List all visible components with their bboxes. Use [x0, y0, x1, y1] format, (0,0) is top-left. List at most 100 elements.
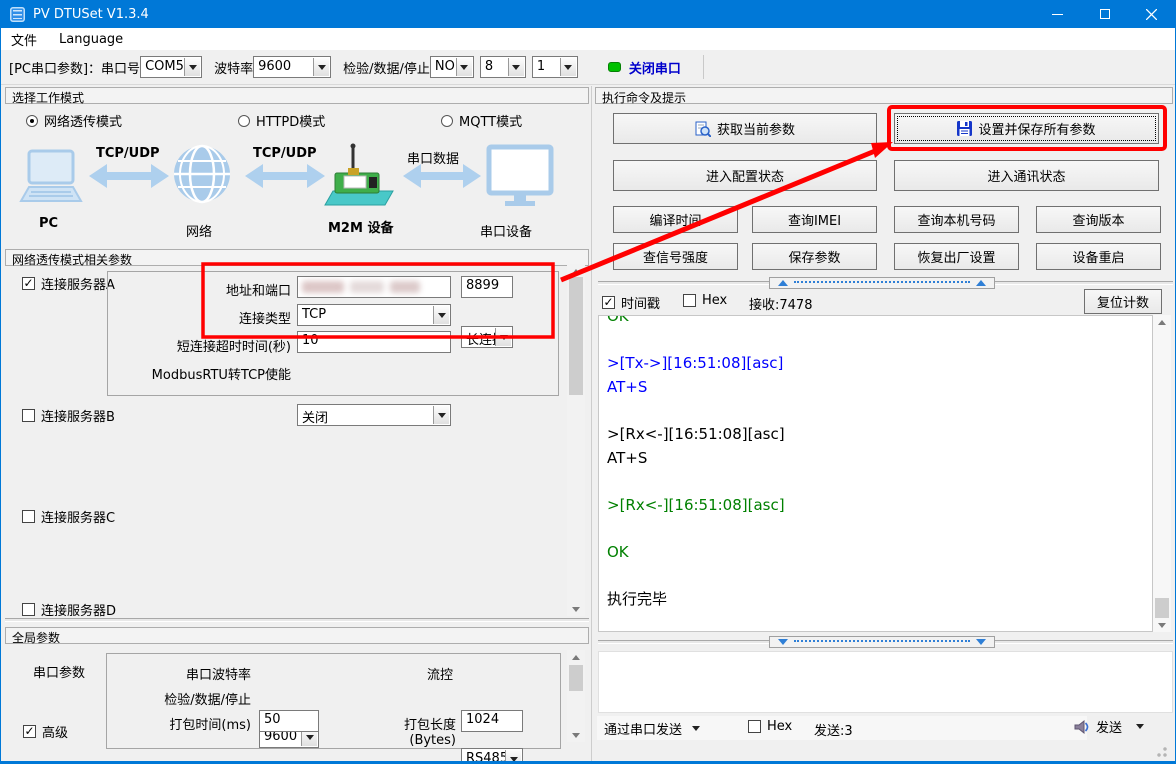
query-signal-button[interactable]: 查信号强度 [613, 243, 738, 270]
server-a-checkbox[interactable]: ✓ 连接服务器A [22, 274, 115, 293]
splitter-handle[interactable] [769, 636, 995, 648]
pc-serial-label: [PC串口参数]：串口号 [9, 58, 140, 77]
log-line: 执行完毕 [599, 588, 1152, 612]
g-flow-select[interactable]: RS485 [461, 748, 523, 764]
send-input[interactable] [598, 651, 1173, 713]
checkbox-checked-icon: ✓ [22, 277, 35, 290]
log-line [599, 565, 1152, 589]
g-flow-label: 流控 [391, 664, 453, 683]
work-mode-section-header: 选择工作模式 [5, 87, 589, 104]
pack-time-input[interactable]: 50 [259, 710, 319, 732]
port-open-led-icon [608, 62, 621, 72]
checkbox-checked-icon: ✓ [602, 296, 615, 309]
transparent-section-header: 网络透传模式相关参数 [5, 249, 589, 266]
send-via-serial-dropdown[interactable]: 通过串口发送 [604, 719, 700, 738]
minimize-icon [1052, 14, 1063, 15]
chevron-down-icon [510, 757, 518, 762]
splitter-leader [794, 640, 970, 642]
com-port-select[interactable]: COM5 [140, 56, 202, 78]
scrollbar-thumb[interactable] [569, 277, 583, 395]
compile-time-button[interactable]: 编译时间 [613, 206, 738, 233]
window-close-button[interactable] [1128, 0, 1175, 28]
scroll-down-icon[interactable] [567, 728, 585, 742]
modbus-enable-label: ModbusRTU转TCP使能 [111, 364, 291, 383]
server-b-checkbox[interactable]: 连接服务器B [22, 406, 115, 425]
baud-select[interactable]: 9600 [253, 56, 331, 78]
recv-hex-checkbox[interactable]: Hex [683, 293, 727, 308]
modbus-enable-select[interactable]: 关闭 [297, 404, 451, 426]
close-port-button[interactable]: 关闭串口 [629, 58, 681, 77]
parity-select[interactable]: NONI [430, 56, 474, 78]
pack-len-input[interactable]: 1024 [461, 710, 523, 732]
log-line [599, 470, 1152, 494]
resize-grip[interactable] [1157, 747, 1167, 757]
query-local-number-button[interactable]: 查询本机号码 [894, 206, 1019, 233]
save-all-params-button[interactable]: 设置并保存所有参数 [894, 113, 1159, 144]
chevron-down-icon [306, 735, 314, 740]
splitter-groove[interactable] [5, 618, 589, 622]
scrollbar-thumb[interactable] [569, 665, 583, 691]
send-button[interactable]: 发送 [1073, 717, 1144, 736]
chevron-down-icon [460, 65, 468, 70]
scroll-up-icon[interactable] [567, 264, 585, 278]
enter-comm-state-button[interactable]: 进入通讯状态 [894, 160, 1159, 191]
monitor-icon [489, 147, 551, 206]
serial-toolbar: [PC串口参数]：串口号 COM5 波特率 9600 检验/数据/停止 NONI… [1, 50, 1175, 85]
window-title: PV DTUSet V1.3.4 [33, 7, 149, 22]
mode-option-mqtt[interactable]: MQTT模式 [441, 111, 522, 130]
left-panel-scrollbar[interactable] [567, 264, 585, 616]
chevron-down-icon [438, 313, 446, 318]
sent-count: 发送:3 [814, 720, 853, 739]
splitter-arrow-icon [976, 280, 986, 286]
baud-label: 波特率 [214, 58, 253, 77]
window-maximize-button[interactable] [1081, 0, 1128, 28]
query-version-button[interactable]: 查询版本 [1036, 206, 1161, 233]
menu-file[interactable]: 文件 [11, 30, 37, 49]
splitter-leader [794, 281, 970, 283]
short-conn-timeout-input[interactable]: 10 [297, 331, 451, 353]
scroll-down-icon[interactable] [1153, 618, 1171, 632]
save-params-button[interactable]: 保存参数 [752, 243, 877, 270]
databits-select[interactable]: 8 [480, 56, 526, 78]
menu-language[interactable]: Language [59, 32, 123, 47]
server-c-checkbox[interactable]: 连接服务器C [22, 507, 115, 526]
enter-config-state-button[interactable]: 进入配置状态 [613, 160, 877, 191]
splitter-arrow-icon [778, 280, 788, 286]
query-imei-button[interactable]: 查询IMEI [752, 206, 877, 233]
send-hex-checkbox[interactable]: Hex [748, 719, 792, 734]
factory-reset-button[interactable]: 恢复出厂设置 [894, 243, 1019, 270]
log-output[interactable]: OK >[Tx->][16:51:08][asc] AT+S >[Rx<-][1… [598, 315, 1153, 632]
mode-option-transparent[interactable]: 网络透传模式 [26, 111, 122, 130]
log-scrollbar[interactable] [1153, 315, 1171, 632]
splitter-handle[interactable] [769, 277, 995, 289]
log-line [599, 517, 1152, 541]
redacted-address-value [302, 281, 446, 293]
conn-type-select[interactable]: TCP [297, 304, 451, 326]
chevron-down-icon [318, 65, 326, 70]
log-line: >[Rx<-][16:51:08][asc] [599, 423, 1152, 447]
port-input[interactable]: 8899 [461, 276, 513, 298]
log-line [599, 399, 1152, 423]
conn-mode-select[interactable]: 长连接 [461, 326, 513, 348]
server-d-checkbox[interactable]: 连接服务器D [22, 600, 116, 619]
stopbits-select[interactable]: 1 [532, 56, 578, 78]
timestamp-checkbox[interactable]: ✓ 时间戳 [602, 293, 660, 312]
scroll-up-icon[interactable] [1153, 315, 1171, 329]
blue-floppy-icon [957, 121, 972, 136]
log-line: OK [599, 541, 1152, 565]
advanced-checkbox[interactable]: ✓ 高级 [23, 722, 68, 741]
address-input[interactable] [297, 276, 451, 298]
node-label-m2m: M2M 设备 [328, 217, 393, 236]
scroll-down-icon[interactable] [567, 602, 585, 616]
scrollbar-thumb[interactable] [1155, 598, 1169, 618]
reset-count-button[interactable]: 复位计数 [1084, 289, 1162, 314]
checkbox-icon [22, 510, 35, 523]
checkbox-icon [22, 603, 35, 616]
get-params-button[interactable]: 获取当前参数 [613, 113, 877, 144]
window-minimize-button[interactable] [1034, 0, 1081, 28]
global-panel-scrollbar[interactable] [567, 650, 585, 742]
mode-option-httpd[interactable]: HTTPD模式 [238, 111, 325, 130]
device-restart-button[interactable]: 设备重启 [1036, 243, 1161, 270]
panel-divider [591, 86, 592, 764]
scroll-up-icon[interactable] [567, 650, 585, 664]
